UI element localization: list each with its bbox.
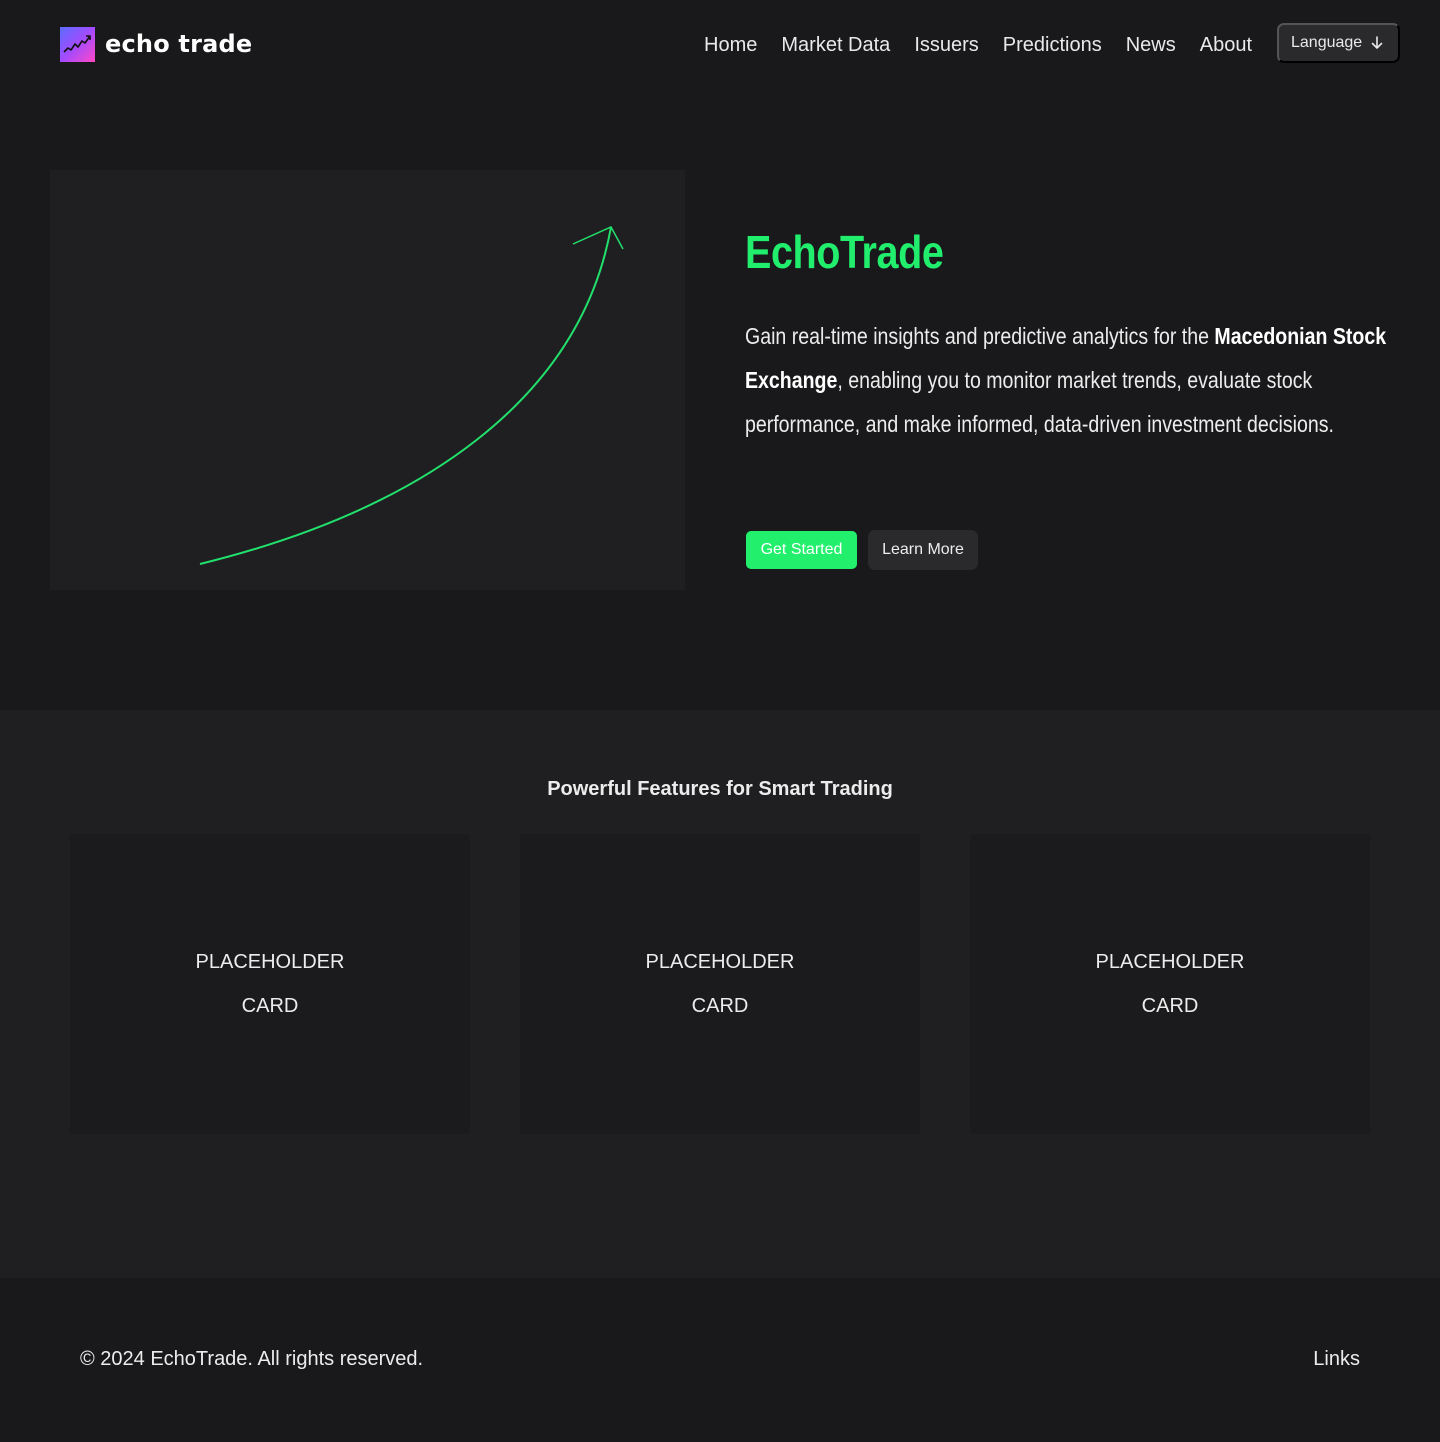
footer-links[interactable]: Links xyxy=(1313,1348,1360,1371)
hero-visual xyxy=(50,170,685,590)
nav-item-home[interactable]: Home xyxy=(704,31,757,59)
feature-card[interactable]: PLACEHOLDER CARD xyxy=(520,834,920,1134)
copyright-text: © 2024 EchoTrade. All rights reserved. xyxy=(80,1348,424,1370)
language-label: Language xyxy=(1291,34,1363,51)
feature-card-label: PLACEHOLDER CARD xyxy=(645,951,795,1017)
feature-card-label: PLACEHOLDER CARD xyxy=(1095,951,1245,1017)
nav-item-issuers[interactable]: Issuers xyxy=(914,31,978,59)
hero-description: Gain real-time insights and predictive a… xyxy=(745,314,1391,446)
feature-card-label: PLACEHOLDER CARD xyxy=(195,951,345,1017)
main-nav: Home Market Data Issuers Predictions New… xyxy=(704,31,1252,59)
growth-arrow-icon xyxy=(199,226,624,565)
hero-title: EchoTrade xyxy=(745,226,944,278)
features-section: Powerful Features for Smart Trading PLAC… xyxy=(0,710,1440,1278)
trending-chart-icon xyxy=(60,26,95,62)
hero-description-text-1: Gain real-time insights and predictive a… xyxy=(745,323,1215,349)
brand-logo[interactable]: echo trade xyxy=(60,26,252,62)
language-button[interactable]: Language xyxy=(1277,23,1400,63)
arrow-down-icon xyxy=(1371,36,1383,49)
brand-name: echo trade xyxy=(105,30,253,58)
nav-item-about[interactable]: About xyxy=(1200,31,1252,59)
site-header: echo trade Home Market Data Issuers Pred… xyxy=(0,0,1440,88)
feature-card[interactable]: PLACEHOLDER CARD xyxy=(70,834,470,1134)
nav-item-news[interactable]: News xyxy=(1126,31,1176,59)
feature-card[interactable]: PLACEHOLDER CARD xyxy=(970,834,1370,1134)
features-title: Powerful Features for Smart Trading xyxy=(547,778,893,800)
learn-more-button[interactable]: Learn More xyxy=(868,530,978,570)
nav-item-market-data[interactable]: Market Data xyxy=(781,31,890,59)
get-started-button[interactable]: Get Started xyxy=(746,531,857,569)
nav-item-predictions[interactable]: Predictions xyxy=(1003,31,1102,59)
site-footer: © 2024 EchoTrade. All rights reserved. L… xyxy=(0,1278,1440,1442)
